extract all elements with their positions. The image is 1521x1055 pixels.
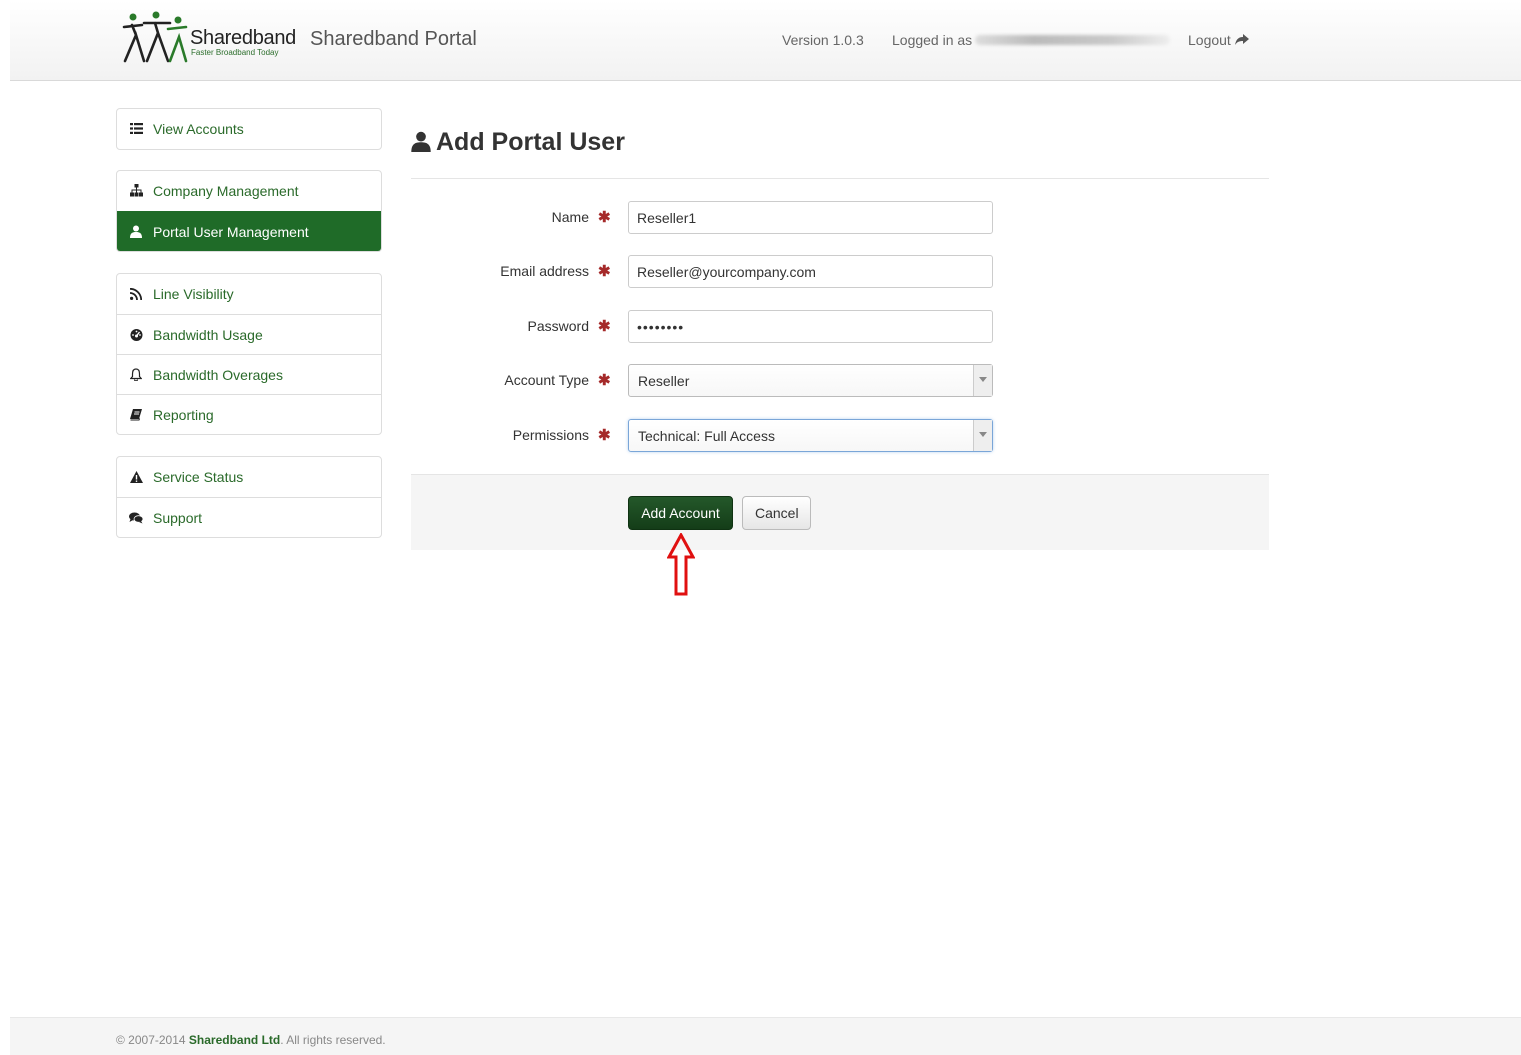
form-row-account-type: Account Type ✱ Reseller [411, 364, 1269, 398]
top-navbar: Sharedband Faster Broadband Today Shared… [10, 0, 1521, 81]
name-label: Name [551, 209, 589, 225]
page-title-text: Add Portal User [436, 128, 625, 156]
chevron-down-icon[interactable] [973, 365, 992, 396]
sidebar-item-company-management[interactable]: Company Management [117, 171, 381, 211]
sidebar-item-label: Line Visibility [153, 286, 234, 302]
sharedband-logo[interactable]: Sharedband Faster Broadband Today [122, 11, 302, 63]
cancel-button[interactable]: Cancel [742, 496, 811, 530]
required-marker: ✱ [598, 372, 611, 389]
sidebar-item-label: Bandwidth Usage [153, 327, 263, 343]
email-input[interactable] [628, 255, 993, 288]
password-input[interactable] [628, 310, 993, 343]
account-type-label: Account Type [504, 372, 589, 388]
rss-icon [129, 274, 143, 316]
sidebar-item-label: Company Management [153, 183, 299, 199]
form-row-email: Email address ✱ [411, 255, 1269, 289]
add-account-button[interactable]: Add Account [628, 496, 733, 530]
book-icon [129, 395, 143, 434]
permissions-value: Technical: Full Access [638, 428, 775, 444]
rights-text: . All rights reserved. [280, 1033, 386, 1047]
sidebar-item-reporting[interactable]: Reporting [117, 394, 381, 434]
warning-icon [129, 457, 143, 499]
sidebar-group-support: Service Status Support [116, 456, 382, 538]
form-row-name: Name ✱ [411, 201, 1269, 235]
name-input[interactable] [628, 201, 993, 234]
sidebar-item-label: Portal User Management [153, 224, 309, 240]
user-icon [411, 131, 431, 152]
account-type-select[interactable]: Reseller [628, 364, 993, 397]
email-label: Email address [500, 263, 589, 279]
bell-icon [129, 355, 143, 397]
footer-text: © 2007-2014 Sharedband Ltd. All rights r… [116, 1033, 386, 1047]
sidebar-item-support[interactable]: Support [117, 497, 381, 537]
sidebar-item-label: View Accounts [153, 121, 244, 137]
logo-tagline: Faster Broadband Today [191, 48, 279, 57]
logo-name: Sharedband [190, 27, 296, 49]
copyright-text: © 2007-2014 [116, 1033, 186, 1047]
form-actions: Add Account Cancel [411, 474, 1269, 550]
required-marker: ✱ [598, 318, 611, 335]
share-arrow-icon [1234, 34, 1249, 45]
sidebar-item-bandwidth-overages[interactable]: Bandwidth Overages [117, 354, 381, 394]
sidebar-item-view-accounts[interactable]: View Accounts [117, 109, 381, 149]
sidebar-item-bandwidth-usage[interactable]: Bandwidth Usage [117, 314, 381, 354]
account-type-value: Reseller [638, 373, 690, 389]
required-marker: ✱ [598, 427, 611, 444]
brand-title[interactable]: Sharedband Portal [310, 28, 477, 51]
permissions-label: Permissions [512, 427, 589, 443]
form-row-password: Password ✱ [411, 310, 1269, 344]
permissions-select[interactable]: Technical: Full Access [628, 419, 993, 452]
comments-icon [129, 498, 144, 537]
company-link[interactable]: Sharedband Ltd [189, 1033, 280, 1047]
required-marker: ✱ [598, 209, 611, 226]
sidebar-item-line-visibility[interactable]: Line Visibility [117, 274, 381, 314]
logout-label: Logout [1188, 32, 1231, 48]
password-label: Password [527, 318, 589, 334]
sidebar-group-management: Company Management Portal User Managemen… [116, 170, 382, 252]
people-logo-icon [122, 11, 188, 63]
logout-link[interactable]: Logout [1188, 32, 1249, 48]
sidebar-item-label: Reporting [153, 407, 214, 423]
version-text: Version 1.0.3 [782, 32, 864, 48]
sidebar-group-bandwidth: Line Visibility Bandwidth Usage Bandwidt… [116, 273, 382, 435]
sitemap-icon [129, 171, 143, 213]
sidebar-item-portal-user-management[interactable]: Portal User Management [117, 211, 381, 251]
form-row-permissions: Permissions ✱ Technical: Full Access [411, 419, 1269, 453]
sidebar-item-label: Bandwidth Overages [153, 367, 283, 383]
up-arrow-annotation-icon [667, 533, 695, 596]
title-divider [411, 178, 1269, 179]
user-icon [129, 212, 143, 251]
footer: © 2007-2014 Sharedband Ltd. All rights r… [10, 1017, 1521, 1055]
page-title: Add Portal User [411, 128, 625, 157]
required-marker: ✱ [598, 263, 611, 280]
list-icon [129, 109, 143, 149]
sidebar-item-service-status[interactable]: Service Status [117, 457, 381, 497]
logged-in-label: Logged in as [892, 32, 973, 48]
redacted-username [975, 35, 1170, 45]
sidebar-item-label: Support [153, 510, 203, 526]
sidebar-item-label: Service Status [153, 469, 244, 485]
chevron-down-icon[interactable] [973, 420, 992, 451]
sidebar-group-accounts: View Accounts [116, 108, 382, 150]
dashboard-icon [129, 315, 143, 357]
